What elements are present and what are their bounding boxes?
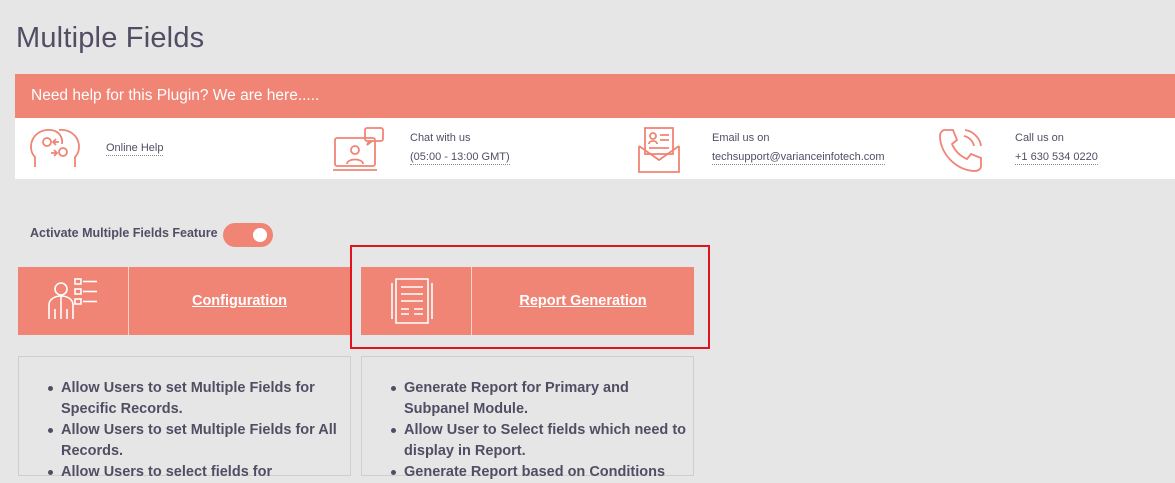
chat-hours[interactable]: (05:00 - 13:00 GMT) bbox=[410, 150, 510, 165]
email-label: Email us on bbox=[712, 132, 770, 144]
email-value[interactable]: techsupport@varianceinfotech.com bbox=[712, 150, 885, 165]
list-item: Allow Users to select fields for bbox=[48, 462, 350, 483]
list-item: Generate Report for Primary and Subpanel… bbox=[391, 378, 693, 420]
list-item: Allow Users to set Multiple Fields for A… bbox=[48, 420, 350, 462]
report-generation-card-body: Generate Report for Primary and Subpanel… bbox=[361, 356, 694, 480]
feature-toggle-label: Activate Multiple Fields Feature bbox=[30, 226, 218, 240]
help-banner: Need help for this Plugin? We are here..… bbox=[15, 74, 1175, 118]
page-title: Multiple Fields bbox=[16, 22, 205, 54]
online-help-item[interactable]: Online Help bbox=[15, 118, 315, 179]
call-item[interactable]: Call us on +1 630 534 0220 bbox=[915, 118, 1175, 179]
chat-monitor-icon bbox=[333, 126, 385, 179]
email-envelope-icon bbox=[637, 126, 681, 179]
email-item[interactable]: Email us on techsupport@varianceinfotech… bbox=[615, 118, 915, 179]
head-gears-icon bbox=[29, 127, 81, 178]
highlight-box bbox=[350, 245, 710, 349]
configuration-icon-cell bbox=[18, 267, 129, 335]
call-value[interactable]: +1 630 534 0220 bbox=[1015, 150, 1098, 165]
call-label: Call us on bbox=[1015, 132, 1064, 144]
toggle-knob bbox=[253, 228, 267, 242]
online-help-link[interactable]: Online Help bbox=[106, 141, 164, 156]
list-item: Allow User to Select fields which need t… bbox=[391, 420, 693, 462]
list-item: Allow Users to set Multiple Fields for S… bbox=[48, 378, 350, 420]
feature-toggle-switch[interactable] bbox=[223, 223, 273, 247]
configuration-card-body: Allow Users to set Multiple Fields for S… bbox=[18, 356, 351, 480]
configuration-feature-list: Allow Users to set Multiple Fields for S… bbox=[19, 378, 350, 483]
configuration-link[interactable]: Configuration bbox=[129, 267, 350, 335]
list-item: Generate Report based on Conditions bbox=[391, 462, 693, 483]
chat-label: Chat with us bbox=[410, 132, 471, 144]
help-panel: Online Help Chat with us (05:00 - 13:00 … bbox=[15, 118, 1175, 179]
chat-item[interactable]: Chat with us (05:00 - 13:00 GMT) bbox=[315, 118, 615, 179]
report-feature-list: Generate Report for Primary and Subpanel… bbox=[362, 378, 693, 483]
phone-icon bbox=[937, 126, 985, 179]
configuration-card-header[interactable]: Configuration bbox=[18, 267, 350, 335]
